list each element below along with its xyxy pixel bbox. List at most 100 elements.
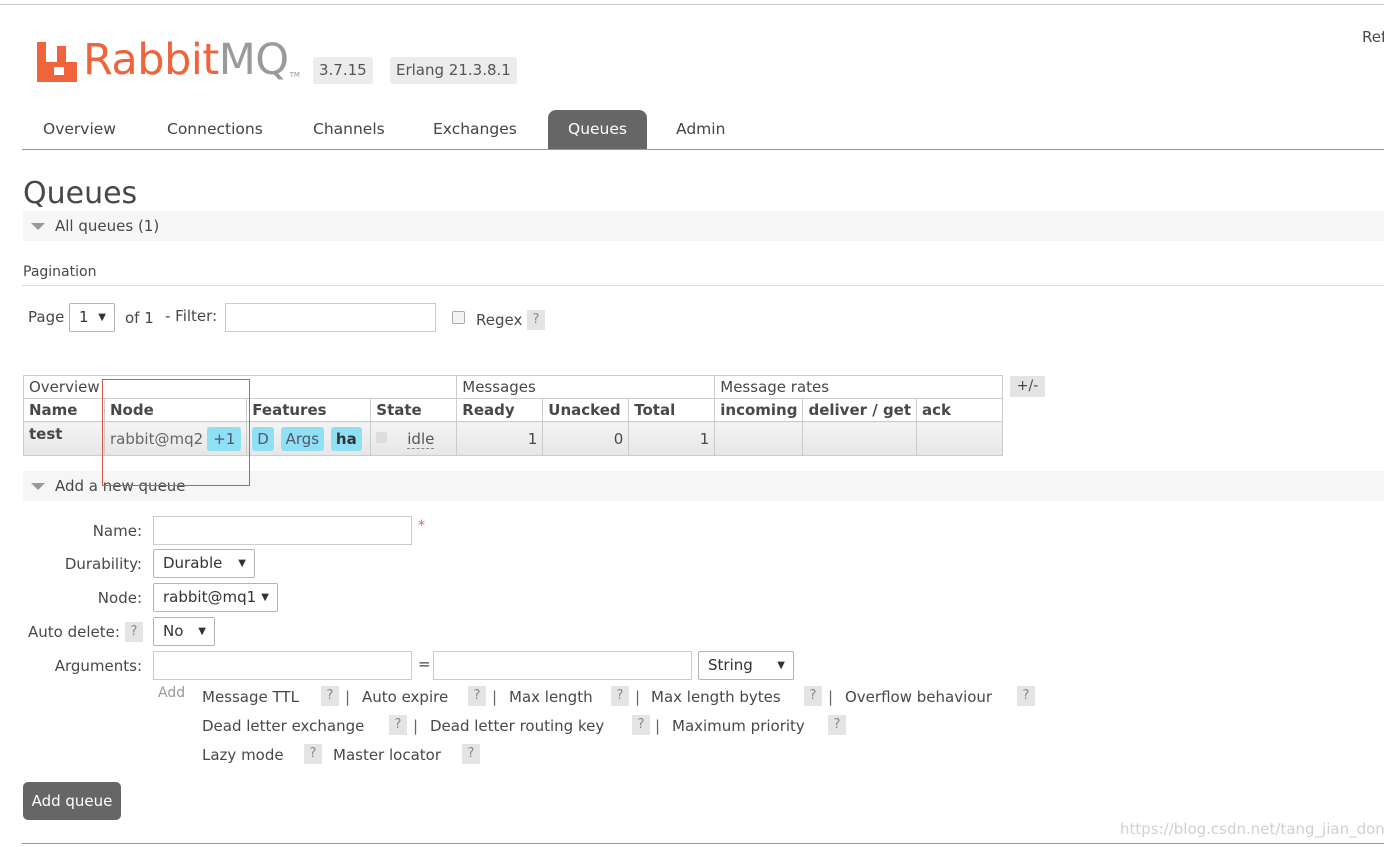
arg-max-length-link[interactable]: Max length	[509, 688, 593, 706]
required-marker: *	[418, 518, 425, 534]
all-queues-section-toggle[interactable]: All queues (1)	[23, 211, 1384, 241]
arg-dead-letter-routing-key-link[interactable]: Dead letter routing key	[430, 717, 604, 735]
collapse-triangle-icon	[31, 223, 45, 230]
queue-deliver-get	[802, 421, 918, 456]
queue-state: idle	[407, 429, 435, 449]
arg-maximum-priority-link[interactable]: Maximum priority	[672, 717, 805, 735]
tab-exchanges[interactable]: Exchanges	[413, 110, 537, 149]
queue-name-link[interactable]: test	[23, 421, 105, 456]
regex-label: Regex	[476, 311, 523, 329]
queue-ack	[916, 421, 1004, 456]
node-label: Node:	[97, 589, 142, 607]
col-unacked[interactable]: Unacked	[542, 398, 630, 422]
tab-admin[interactable]: Admin	[656, 110, 745, 149]
auto-delete-label: Auto delete:	[28, 623, 120, 641]
arg-master-locator-link[interactable]: Master locator	[333, 746, 441, 764]
rabbitmq-logo[interactable]: RabbitMQ TM	[37, 36, 300, 82]
col-ready[interactable]: Ready	[456, 398, 544, 422]
page-count-label: of 1	[125, 309, 154, 327]
col-deliver-get[interactable]: deliver / get	[802, 398, 918, 422]
arg-message-ttl-link[interactable]: Message TTL	[202, 688, 299, 706]
argument-type-select[interactable]: String ▼	[698, 651, 794, 680]
queue-name-input[interactable]	[153, 516, 412, 545]
dropdown-arrow-icon: ▼	[238, 558, 246, 569]
filter-label: - Filter:	[165, 307, 218, 325]
auto-delete-help-icon[interactable]: ?	[125, 622, 143, 642]
column-toggle-button[interactable]: +/-	[1010, 376, 1045, 397]
auto-expire-help-icon[interactable]: ?	[468, 686, 486, 706]
tab-queues[interactable]: Queues	[548, 110, 647, 149]
queue-total: 1	[628, 421, 716, 456]
queue-state-cell: idle	[370, 421, 458, 456]
queue-node-cell: rabbit@mq2 +1	[103, 421, 248, 456]
bottom-divider	[22, 843, 1384, 844]
dead-letter-exchange-help-icon[interactable]: ?	[389, 715, 407, 735]
rabbitmq-logo-icon	[37, 42, 77, 82]
max-length-bytes-help-icon[interactable]: ?	[804, 686, 822, 706]
all-queues-title: All queues (1)	[55, 217, 160, 235]
queue-node: rabbit@mq2	[110, 429, 204, 448]
group-message-rates: Message rates	[714, 375, 1004, 399]
arg-auto-expire-link[interactable]: Auto expire	[362, 688, 448, 706]
dropdown-arrow-icon: ▼	[98, 312, 106, 323]
col-name[interactable]: Name	[23, 398, 105, 422]
logo-text: RabbitMQ	[83, 35, 289, 85]
tab-connections[interactable]: Connections	[147, 110, 283, 149]
equals-sign: =	[418, 655, 431, 673]
tab-channels[interactable]: Channels	[293, 110, 405, 149]
col-state[interactable]: State	[370, 398, 458, 422]
feature-durable[interactable]: D	[252, 426, 274, 451]
tab-overview[interactable]: Overview	[23, 110, 136, 149]
col-node[interactable]: Node	[103, 398, 248, 422]
feature-ha[interactable]: ha	[330, 426, 362, 451]
arg-dead-letter-exchange-link[interactable]: Dead letter exchange	[202, 717, 364, 735]
argument-key-input[interactable]	[153, 651, 412, 680]
queue-features-cell: D Args ha	[246, 421, 372, 456]
overflow-behaviour-help-icon[interactable]: ?	[1017, 686, 1035, 706]
add-queue-title: Add a new queue	[55, 477, 186, 495]
filter-input[interactable]	[225, 303, 436, 332]
refresh-label[interactable]: Refreshed	[1362, 28, 1384, 46]
arg-lazy-mode-link[interactable]: Lazy mode	[202, 746, 284, 764]
queue-unacked: 0	[542, 421, 630, 456]
col-features[interactable]: Features	[246, 398, 372, 422]
queues-table: Overview Messages Message rates Name Nod…	[22, 375, 1004, 456]
arg-max-length-bytes-link[interactable]: Max length bytes	[651, 688, 781, 706]
dead-letter-routing-key-help-icon[interactable]: ?	[632, 715, 650, 735]
top-border	[0, 4, 1384, 5]
arg-overflow-behaviour-link[interactable]: Overflow behaviour	[845, 688, 992, 706]
col-total[interactable]: Total	[628, 398, 716, 422]
regex-checkbox[interactable]	[452, 311, 465, 324]
feature-args[interactable]: Args	[280, 426, 325, 451]
argument-value-input[interactable]	[433, 651, 692, 680]
add-queue-button[interactable]: Add queue	[23, 782, 121, 820]
dropdown-arrow-icon: ▼	[777, 660, 785, 671]
tab-divider	[22, 149, 1384, 150]
group-overview: Overview	[22, 375, 458, 399]
pagination-label: Pagination	[23, 264, 97, 280]
add-argument-hint: Add	[158, 685, 186, 701]
dropdown-arrow-icon: ▼	[198, 626, 206, 637]
col-incoming[interactable]: incoming	[714, 398, 804, 422]
node-mirror-badge[interactable]: +1	[207, 426, 242, 451]
dropdown-arrow-icon: ▼	[261, 592, 269, 603]
col-ack[interactable]: ack	[916, 398, 1004, 422]
master-locator-help-icon[interactable]: ?	[462, 744, 480, 764]
node-select[interactable]: rabbit@mq1 ▼	[153, 583, 278, 612]
state-square-icon	[376, 431, 388, 443]
separator: |	[828, 688, 834, 706]
lazy-mode-help-icon[interactable]: ?	[304, 744, 322, 764]
durability-select[interactable]: Durable ▼	[153, 549, 255, 578]
max-length-help-icon[interactable]: ?	[611, 686, 629, 706]
page-select[interactable]: 1 ▼	[69, 303, 115, 332]
add-queue-section-toggle[interactable]: Add a new queue	[23, 471, 1384, 501]
maximum-priority-help-icon[interactable]: ?	[828, 715, 846, 735]
arguments-label: Arguments:	[54, 657, 142, 675]
logo-trademark: TM	[289, 71, 300, 79]
message-ttl-help-icon[interactable]: ?	[321, 686, 339, 706]
table-row[interactable]: test rabbit@mq2 +1 D Args ha idle 1 0 1	[23, 421, 1004, 456]
page-title: Queues	[23, 176, 138, 211]
regex-help-icon[interactable]: ?	[527, 310, 545, 330]
auto-delete-select[interactable]: No ▼	[153, 617, 215, 646]
separator: |	[413, 717, 419, 735]
